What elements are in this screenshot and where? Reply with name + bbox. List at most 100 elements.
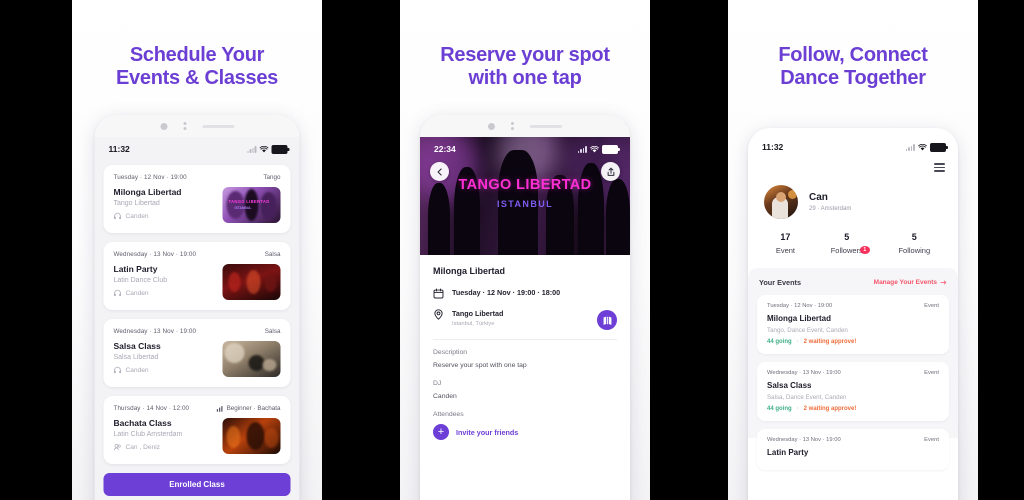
- stat-followers[interactable]: 5 Followers 1: [830, 232, 870, 256]
- share-button[interactable]: [601, 162, 620, 181]
- event-subtitle: Tango Libertad: [113, 200, 160, 207]
- panel-headline: Reserve your spot with one tap: [400, 0, 650, 90]
- event-date: Wednesday · 13 Nov · 19:00: [113, 251, 197, 258]
- your-event-title: Salsa Class: [767, 381, 812, 391]
- event-subtitle: Latin Dance Club: [113, 277, 168, 284]
- detail-title: Milonga Libertad: [433, 266, 505, 276]
- event-meta-text: Canden: [125, 212, 149, 220]
- open-map-button[interactable]: [597, 310, 617, 330]
- description-label: Description: [433, 349, 467, 356]
- hero-subtitle: ISTANBUL: [496, 199, 554, 209]
- status-badge: 1: [859, 246, 870, 255]
- your-event-subtitle: Tango, Dance Event, Canden: [767, 327, 848, 335]
- your-event-date: Wednesday · 13 Nov · 19:00: [767, 437, 841, 444]
- your-event-date: Tuesday · 12 Nov · 19:00: [767, 303, 833, 310]
- event-thumbnail: [222, 418, 281, 454]
- battery-icon: [602, 144, 620, 154]
- stat-label: Followers: [830, 246, 863, 256]
- profile-stats: 17 Event 5 Followers 1 5 Following: [748, 219, 958, 268]
- event-card[interactable]: Wednesday · 13 Nov · 19:00 Salsa Latin P…: [103, 242, 291, 310]
- event-meta: Canden: [114, 212, 182, 220]
- events-list: Tuesday · 12 Nov · 19:00 Tango Milonga L…: [95, 159, 300, 464]
- phone-mockup-profile: 11:32 Can 29 · Amsterdam 17 Event 5 Foll…: [748, 128, 958, 500]
- hero-title: TANGO LIBERTAD: [458, 177, 592, 193]
- stat-value: 17: [780, 232, 791, 243]
- stat-following[interactable]: 5 Following: [898, 232, 930, 255]
- dj-value: Canden: [433, 393, 457, 400]
- event-thumbnail: TANGO LIBERTAD ISTANBUL: [222, 187, 281, 223]
- event-tag: Salsa: [264, 251, 281, 258]
- your-events-section: Your Events Manage Your Events Tuesday ·…: [748, 268, 958, 471]
- separator: ·: [796, 406, 799, 413]
- invite-friends-button[interactable]: + Invite your friends: [433, 424, 617, 440]
- calendar-icon: [433, 288, 444, 299]
- your-event-subtitle: Salsa, Dance Event, Canden: [767, 394, 847, 402]
- back-arrow-icon: [437, 167, 442, 176]
- event-tag-level: Beginner · Bachata: [216, 405, 281, 412]
- your-event-card[interactable]: Tuesday · 12 Nov · 19:00 Event Milonga L…: [757, 295, 949, 355]
- stat-value: 5: [844, 232, 850, 243]
- enrolled-class-button[interactable]: Enrolled Class: [103, 473, 291, 496]
- phone-mockup-schedule: 11:32 Tuesday · 12 Nov · 19:00 Tango Mil: [94, 115, 300, 500]
- headphones-icon: [114, 366, 121, 374]
- headline-line-2: Events & Classes: [116, 67, 278, 89]
- camera-dot-icon: [160, 122, 167, 130]
- sensor-dots-icon: [511, 122, 514, 130]
- event-date: Thursday · 14 Nov · 12:00: [113, 405, 190, 412]
- status-bar: 22:34: [420, 137, 630, 159]
- event-title: Salsa Class: [113, 341, 161, 351]
- your-event-type: Event: [924, 370, 939, 377]
- profile-meta: 29 · Amsterdam: [809, 206, 852, 213]
- your-event-card[interactable]: Wednesday · 13 Nov · 19:00 Event Latin P…: [757, 429, 949, 471]
- stat-value: 5: [911, 232, 917, 243]
- speaker-bar: [202, 124, 234, 128]
- hamburger-menu-icon[interactable]: [748, 157, 958, 173]
- event-hero-image: 22:34 TANGO LIBERTAD ISTANBUL: [420, 137, 630, 255]
- event-subtitle: Latin Club Amsterdam: [113, 431, 183, 438]
- event-thumbnail: [222, 264, 281, 300]
- signal-icon: [905, 144, 915, 151]
- detail-location-row: Tango Libertad Istanbul, Türkiye: [433, 308, 617, 330]
- panel-event-detail: Reserve your spot with one tap 22:34 TAN…: [400, 0, 650, 500]
- thumb-subtitle: ISTANBUL: [234, 206, 252, 210]
- panel-headline: Schedule Your Events & Classes: [72, 0, 322, 90]
- event-meta-text: Canden: [125, 289, 149, 297]
- stat-event[interactable]: 17 Event: [776, 232, 795, 255]
- your-event-stats: 44 going · 2 waiting approve!: [767, 339, 939, 345]
- event-tag-text: Beginner · Bachata: [226, 405, 281, 412]
- manage-your-events-link[interactable]: Manage Your Events: [874, 279, 947, 286]
- detail-date: Tuesday · 12 Nov · 19:00 · 18:00: [452, 288, 561, 297]
- headline-line-2: Dance Together: [780, 67, 926, 89]
- detail-venue: Tango Libertad: [452, 309, 504, 318]
- event-date: Tuesday · 12 Nov · 19:00: [113, 174, 187, 181]
- back-button[interactable]: [430, 162, 449, 181]
- wifi-icon: [259, 145, 269, 152]
- users-icon: [113, 444, 121, 451]
- screenshot-stage: Schedule Your Events & Classes 11:32 Tue…: [0, 0, 1024, 500]
- profile-header: Can 29 · Amsterdam: [748, 172, 958, 220]
- your-events-title: Your Events: [759, 278, 802, 288]
- manage-label: Manage Your Events: [873, 279, 937, 287]
- event-card[interactable]: Wednesday · 13 Nov · 19:00 Salsa Salsa C…: [103, 319, 291, 387]
- your-event-date: Wednesday · 13 Nov · 19:00: [767, 370, 841, 377]
- separator: ·: [796, 339, 799, 346]
- stat-label: Following: [898, 246, 931, 256]
- your-event-card[interactable]: Wednesday · 13 Nov · 19:00 Event Salsa C…: [757, 362, 949, 422]
- event-detail-panel: Milonga Libertad Tuesday · 12 Nov · 19:0…: [420, 255, 630, 440]
- panel-headline: Follow, Connect Dance Together: [728, 0, 978, 90]
- event-card[interactable]: Tuesday · 12 Nov · 19:00 Tango Milonga L…: [103, 165, 291, 233]
- phone-notch: [94, 115, 300, 137]
- avatar[interactable]: [764, 185, 798, 220]
- event-meta-text: Canden: [125, 366, 149, 374]
- thumb-title: TANGO LIBERTAD: [228, 199, 270, 204]
- status-time: 11:32: [108, 144, 130, 154]
- event-tag: Salsa: [264, 328, 281, 335]
- event-meta-text: Can , Deniz: [125, 443, 160, 451]
- event-title: Latin Party: [113, 264, 158, 274]
- your-event-type: Event: [924, 303, 939, 310]
- your-event-title: Latin Party: [767, 448, 809, 458]
- event-card[interactable]: Thursday · 14 Nov · 12:00 Beginner · Bac…: [103, 396, 291, 464]
- battery-icon: [930, 142, 948, 152]
- sensor-dots-icon: [183, 122, 186, 130]
- speaker-bar: [530, 124, 562, 128]
